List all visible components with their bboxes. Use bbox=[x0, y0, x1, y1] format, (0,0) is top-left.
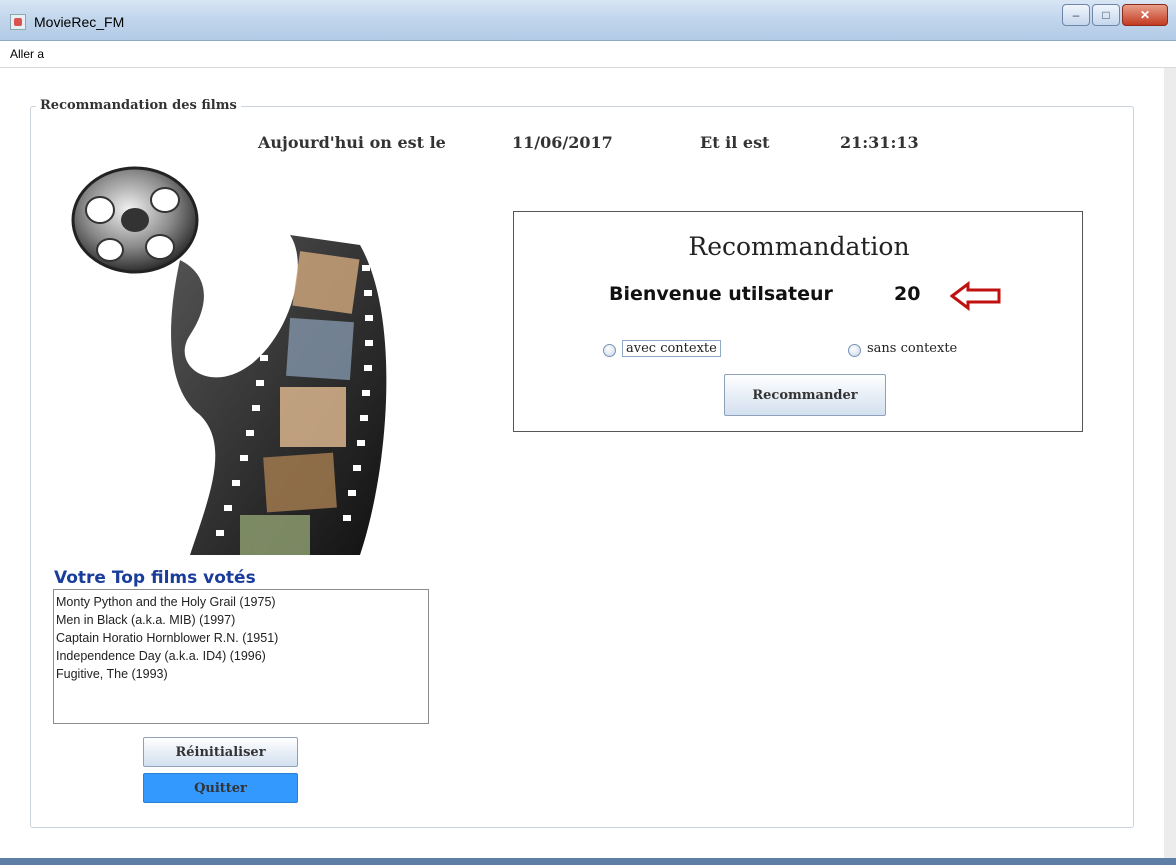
reset-button[interactable]: Réinitialiser bbox=[143, 737, 298, 767]
maximize-button[interactable]: □ bbox=[1092, 4, 1120, 26]
minimize-button[interactable]: – bbox=[1062, 4, 1090, 26]
welcome-label: Bienvenue utilsateur bbox=[609, 283, 833, 305]
window-controls: – □ ✕ bbox=[1060, 4, 1168, 28]
recommendation-title: Recommandation bbox=[688, 232, 910, 261]
list-item[interactable]: Men in Black (a.k.a. MIB) (1997) bbox=[56, 611, 426, 629]
arrow-left-icon bbox=[950, 281, 1001, 311]
java-app-icon bbox=[10, 14, 26, 30]
top-films-list[interactable]: Monty Python and the Holy Grail (1975) M… bbox=[53, 589, 429, 724]
radio-label-sans-contexte[interactable]: sans contexte bbox=[867, 341, 957, 356]
time-label: Et il est bbox=[700, 133, 770, 152]
group-title: Recommandation des films bbox=[36, 98, 241, 113]
window-titlebar: MovieRec_FM – □ ✕ bbox=[0, 0, 1176, 41]
menu-bar: Aller a bbox=[0, 41, 1176, 68]
list-item[interactable]: Fugitive, The (1993) bbox=[56, 665, 426, 683]
close-button[interactable]: ✕ bbox=[1122, 4, 1168, 26]
reel-icon bbox=[71, 166, 199, 274]
list-item[interactable]: Monty Python and the Holy Grail (1975) bbox=[56, 593, 426, 611]
date-value: 11/06/2017 bbox=[512, 133, 613, 152]
date-label: Aujourd'hui on est le bbox=[258, 133, 446, 152]
radio-sans-contexte[interactable] bbox=[848, 344, 861, 357]
film-reel-illustration bbox=[71, 166, 387, 555]
radio-label-avec-contexte[interactable]: avec contexte bbox=[622, 340, 721, 357]
quit-button[interactable]: Quitter bbox=[143, 773, 298, 803]
time-value: 21:31:13 bbox=[840, 133, 919, 152]
user-id-value: 20 bbox=[894, 283, 921, 305]
window-title: MovieRec_FM bbox=[34, 14, 125, 30]
menu-item-aller-a[interactable]: Aller a bbox=[10, 47, 44, 61]
recommander-button[interactable]: Recommander bbox=[724, 374, 886, 416]
top-films-title: Votre Top films votés bbox=[54, 568, 260, 588]
window-bottom-edge bbox=[0, 858, 1176, 865]
list-item[interactable]: Independence Day (a.k.a. ID4) (1996) bbox=[56, 647, 426, 665]
radio-avec-contexte[interactable] bbox=[603, 344, 616, 357]
recommendation-panel: Recommandation Bienvenue utilsateur 20 a… bbox=[513, 211, 1083, 432]
list-item[interactable]: Captain Horatio Hornblower R.N. (1951) bbox=[56, 629, 426, 647]
window-right-edge bbox=[1164, 68, 1176, 858]
